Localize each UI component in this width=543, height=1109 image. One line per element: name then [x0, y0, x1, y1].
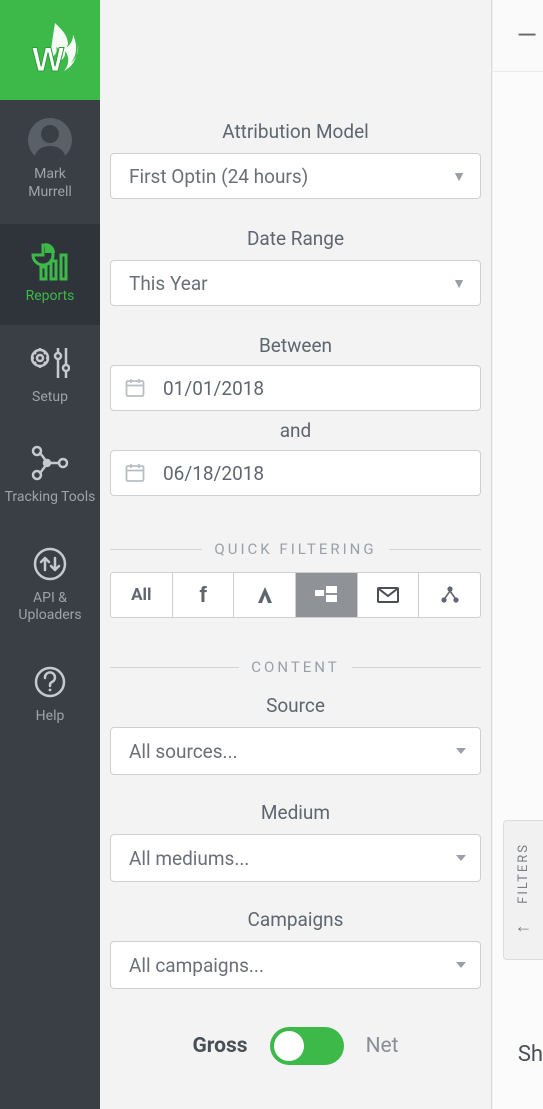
chevron-down-icon — [456, 855, 466, 861]
date-from-input[interactable]: 01/01/2018 — [110, 365, 481, 411]
quick-filter-all[interactable]: All — [111, 573, 173, 617]
date-to-input[interactable]: 06/18/2018 — [110, 450, 481, 496]
sidebar-item-setup[interactable]: Setup — [0, 325, 100, 426]
sidebar-item-help[interactable]: Help — [0, 644, 100, 745]
avatar-icon — [28, 118, 72, 162]
toggle-knob — [274, 1031, 304, 1061]
medium-value: All mediums... — [129, 847, 249, 870]
help-icon — [33, 665, 67, 699]
date-range-label: Date Range — [110, 227, 481, 250]
medium-label: Medium — [110, 801, 481, 824]
date-from-value: 01/01/2018 — [163, 377, 264, 400]
network-icon — [440, 586, 460, 604]
net-label: Net — [366, 1034, 399, 1058]
source-label: Source — [110, 694, 481, 717]
filters-panel: Attribution Model First Optin (24 hours)… — [100, 0, 492, 1109]
attribution-model-value: First Optin (24 hours) — [129, 165, 308, 188]
gross-net-row: Gross Net — [110, 1027, 481, 1065]
sidebar-profile[interactable]: Mark Murrell — [0, 100, 100, 224]
medium-select[interactable]: All mediums... — [110, 834, 481, 882]
email-icon — [377, 587, 399, 603]
quick-filter-row: All f — [110, 572, 481, 618]
campaigns-select[interactable]: All campaigns... — [110, 941, 481, 989]
quick-filtering-heading: QUICK FILTERING — [110, 540, 481, 558]
calendar-icon — [125, 463, 145, 483]
calendar-icon — [125, 378, 145, 398]
sidebar-item-label: Reports — [26, 288, 75, 306]
flame-w-logo-icon: W — [21, 21, 79, 79]
svg-text:W: W — [32, 41, 65, 79]
profile-name-line1: Mark — [34, 166, 66, 184]
segment-icon — [315, 586, 337, 604]
quick-filter-segment[interactable] — [296, 573, 358, 617]
chevron-down-icon — [456, 748, 466, 754]
sidebar-rail: W Mark Murrell — [0, 0, 100, 1109]
adwords-icon — [255, 585, 275, 605]
quick-filter-facebook[interactable]: f — [173, 573, 235, 617]
gross-net-toggle[interactable] — [270, 1027, 344, 1065]
attribution-model-label: Attribution Model — [110, 120, 481, 143]
right-top-bar: — — [493, 0, 543, 72]
quick-filter-email[interactable] — [358, 573, 420, 617]
api-uploaders-icon — [32, 546, 68, 582]
quick-filter-network[interactable] — [419, 573, 480, 617]
sidebar-item-api-uploaders[interactable]: API & Uploaders — [0, 526, 100, 644]
facebook-icon: f — [199, 582, 206, 608]
app-logo[interactable]: W — [0, 0, 100, 100]
campaigns-value: All campaigns... — [129, 954, 264, 977]
sidebar-item-reports[interactable]: Reports — [0, 224, 100, 325]
sidebar-item-label: Setup — [32, 389, 68, 407]
reports-icon — [31, 243, 69, 281]
gross-label: Gross — [192, 1034, 247, 1058]
sidebar-item-tracking-tools[interactable]: Tracking Tools — [0, 425, 100, 526]
source-select[interactable]: All sources... — [110, 727, 481, 775]
profile-name-line2: Murrell — [28, 184, 72, 202]
filters-collapse-tab[interactable]: FILTERS ← — [503, 820, 543, 960]
chevron-down-icon: ▼ — [452, 168, 466, 185]
attribution-model-select[interactable]: First Optin (24 hours) ▼ — [110, 153, 481, 199]
dash-icon: — — [517, 21, 537, 51]
sidebar-item-label: Tracking Tools — [5, 489, 96, 507]
tracking-tools-icon — [30, 445, 70, 481]
truncated-text: Sh — [518, 1042, 543, 1067]
between-label: Between — [110, 334, 481, 357]
chevron-down-icon: ▼ — [452, 275, 466, 292]
campaigns-label: Campaigns — [110, 908, 481, 931]
date-range-value: This Year — [129, 272, 208, 295]
arrow-left-icon: ← — [515, 916, 533, 937]
date-to-value: 06/18/2018 — [163, 462, 264, 485]
content-heading: CONTENT — [110, 658, 481, 676]
source-value: All sources... — [129, 740, 238, 763]
filters-tab-label: FILTERS — [516, 843, 531, 904]
date-range-select[interactable]: This Year ▼ — [110, 260, 481, 306]
chevron-down-icon — [456, 962, 466, 968]
and-label: and — [110, 419, 481, 442]
sidebar-item-label: Help — [36, 708, 65, 726]
right-area: — FILTERS ← Sh — [492, 0, 543, 1109]
setup-icon — [30, 346, 70, 380]
sidebar-item-label: API & Uploaders — [4, 590, 96, 625]
quick-filter-adwords[interactable] — [234, 573, 296, 617]
